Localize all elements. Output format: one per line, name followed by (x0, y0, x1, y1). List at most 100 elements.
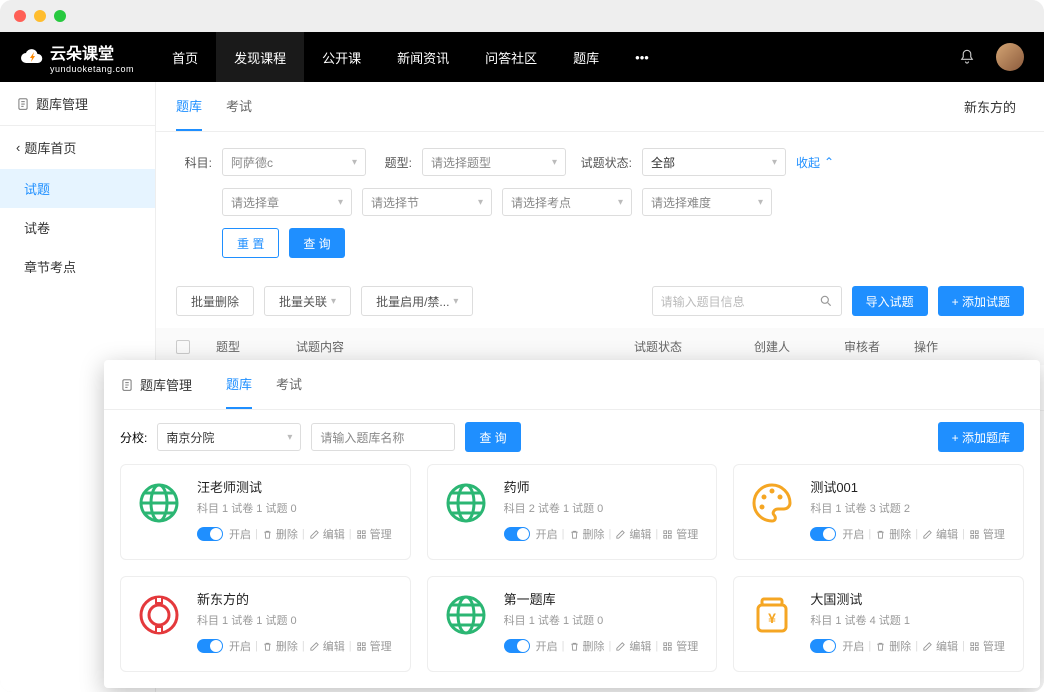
nav-more[interactable]: ••• (617, 32, 667, 82)
nav-item-1[interactable]: 发现课程 (216, 32, 304, 82)
card-delete[interactable]: 删除 (262, 526, 298, 542)
card-delete[interactable]: 删除 (262, 638, 298, 654)
card-stats: 科目 1 试卷 3 试题 2 (810, 500, 1011, 516)
toggle-label: 开启 (536, 526, 558, 542)
sidebar-item-2[interactable]: 章节考点 (0, 247, 155, 286)
add-question-button[interactable]: + 添加试题 (938, 286, 1024, 316)
toggle-switch[interactable] (197, 639, 223, 653)
window-titlebar (0, 0, 1044, 32)
bulk-link-button[interactable]: 批量关联 ▾ (264, 286, 351, 316)
nav-item-2[interactable]: 公开课 (304, 32, 379, 82)
chevron-down-icon: ▾ (287, 432, 292, 443)
search-input[interactable]: 请输入题目信息 (652, 286, 842, 316)
nav-item-3[interactable]: 新闻资讯 (379, 32, 467, 82)
nav-item-0[interactable]: 首页 (154, 32, 216, 82)
subject-select[interactable]: 阿萨德c▾ (222, 148, 366, 176)
tab-0[interactable]: 题库 (176, 82, 202, 131)
edit-icon (309, 641, 320, 652)
overlay-title: 题库管理 (120, 375, 202, 394)
card-edit[interactable]: 编辑 (309, 638, 345, 654)
chevron-down-icon: ▾ (331, 296, 336, 307)
trash-icon (875, 641, 886, 652)
minimize-dot[interactable] (34, 10, 46, 22)
collapse-toggle[interactable]: 收起 ⌃ (796, 154, 834, 171)
toggle-switch[interactable] (197, 527, 223, 541)
logo[interactable]: 云朵课堂 yunduoketang.com (20, 40, 134, 74)
toggle-switch[interactable] (504, 527, 530, 541)
toggle-label: 开启 (536, 638, 558, 654)
card-title: 大国测试 (810, 589, 1011, 608)
tabs-right-title: 新东方的 (964, 97, 1024, 116)
card-stats: 科目 1 试卷 1 试题 0 (197, 500, 398, 516)
overlay-tab-0[interactable]: 题库 (226, 360, 252, 409)
toggle-label: 开启 (842, 638, 864, 654)
edit-icon (615, 641, 626, 652)
card-stats: 科目 1 试卷 1 试题 0 (197, 612, 398, 628)
bulk-toggle-button[interactable]: 批量启用/禁... ▾ (361, 286, 473, 316)
status-select[interactable]: 全部▾ (642, 148, 786, 176)
bell-icon[interactable] (958, 48, 976, 66)
tab-1[interactable]: 考试 (226, 82, 252, 131)
type-select[interactable]: 请选择题型▾ (422, 148, 566, 176)
import-button[interactable]: 导入试题 (852, 286, 928, 316)
card-icon (440, 589, 492, 641)
card-stats: 科目 2 试卷 1 试题 0 (504, 500, 705, 516)
point-select[interactable]: 请选择考点▾ (502, 188, 632, 216)
card-edit[interactable]: 编辑 (615, 526, 651, 542)
card-manage[interactable]: 管理 (356, 526, 392, 542)
card-title: 药师 (504, 477, 705, 496)
card-manage[interactable]: 管理 (969, 526, 1005, 542)
content-tabs: 题库考试 新东方的 (156, 82, 1044, 132)
nav-item-5[interactable]: 题库 (555, 32, 617, 82)
card-delete[interactable]: 删除 (569, 526, 605, 542)
trash-icon (262, 529, 273, 540)
overlay-query-button[interactable]: 查 询 (465, 422, 520, 452)
card-manage[interactable]: 管理 (662, 526, 698, 542)
difficulty-select[interactable]: 请选择难度▾ (642, 188, 772, 216)
chevron-down-icon: ▾ (552, 157, 557, 168)
query-button[interactable]: 查 询 (289, 228, 344, 258)
card-edit[interactable]: 编辑 (309, 526, 345, 542)
card-icon: ¥ (746, 589, 798, 641)
bank-card: 新东方的科目 1 试卷 1 试题 0开启|删除|编辑|管理 (120, 576, 411, 672)
add-bank-button[interactable]: + 添加题库 (938, 422, 1024, 452)
doc-icon (16, 97, 30, 111)
edit-icon (922, 641, 933, 652)
edit-icon (309, 529, 320, 540)
card-edit[interactable]: 编辑 (922, 526, 958, 542)
grid-icon (356, 641, 367, 652)
card-manage[interactable]: 管理 (356, 638, 392, 654)
card-delete[interactable]: 删除 (569, 638, 605, 654)
toggle-switch[interactable] (810, 639, 836, 653)
card-title: 测试001 (810, 477, 1011, 496)
select-all-checkbox[interactable] (176, 340, 190, 354)
sidebar-item-1[interactable]: 试卷 (0, 208, 155, 247)
sidebar-back[interactable]: ‹ 题库首页 (0, 126, 155, 169)
avatar[interactable] (996, 43, 1024, 71)
chevron-down-icon: ▾ (352, 157, 357, 168)
card-edit[interactable]: 编辑 (922, 638, 958, 654)
overlay-tab-1[interactable]: 考试 (276, 360, 302, 409)
sidebar-item-0[interactable]: 试题 (0, 169, 155, 208)
branch-select[interactable]: 南京分院▾ (157, 423, 301, 451)
card-delete[interactable]: 删除 (875, 526, 911, 542)
bank-name-input[interactable]: 请输入题库名称 (311, 423, 455, 451)
maximize-dot[interactable] (54, 10, 66, 22)
section-select[interactable]: 请选择节▾ (362, 188, 492, 216)
card-edit[interactable]: 编辑 (615, 638, 651, 654)
nav-item-4[interactable]: 问答社区 (467, 32, 555, 82)
chapter-select[interactable]: 请选择章▾ (222, 188, 352, 216)
toggle-switch[interactable] (810, 527, 836, 541)
reset-button[interactable]: 重 置 (222, 228, 279, 258)
close-dot[interactable] (14, 10, 26, 22)
grid-icon (662, 529, 673, 540)
toggle-switch[interactable] (504, 639, 530, 653)
card-delete[interactable]: 删除 (875, 638, 911, 654)
card-manage[interactable]: 管理 (662, 638, 698, 654)
card-manage[interactable]: 管理 (969, 638, 1005, 654)
bulk-delete-button[interactable]: 批量删除 (176, 286, 254, 316)
card-title: 新东方的 (197, 589, 398, 608)
toggle-label: 开启 (842, 526, 864, 542)
cloud-icon (20, 45, 44, 69)
chevron-down-icon: ▾ (772, 157, 777, 168)
